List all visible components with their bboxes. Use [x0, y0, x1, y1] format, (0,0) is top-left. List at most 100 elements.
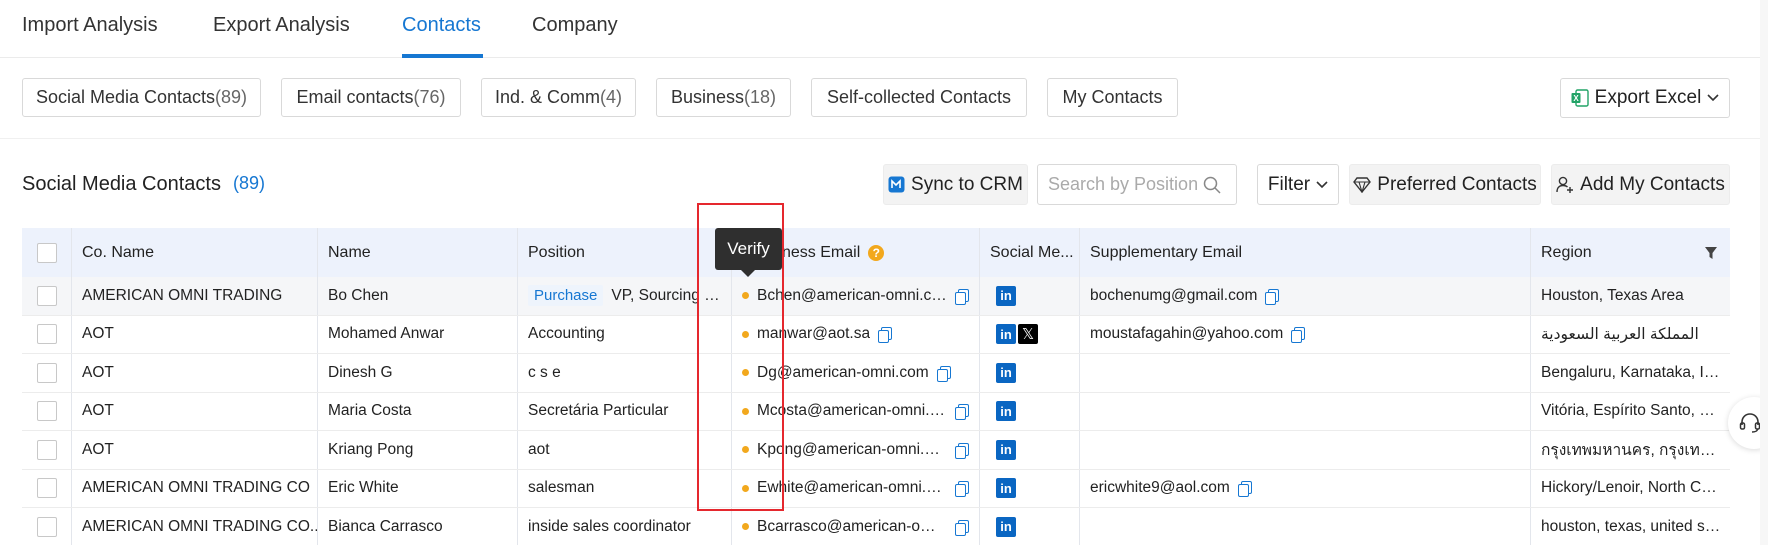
- copy-icon[interactable]: [1265, 288, 1280, 305]
- copy-icon[interactable]: [936, 365, 951, 382]
- email-text[interactable]: Dg@american-omni.com: [757, 364, 929, 382]
- copy-icon[interactable]: [955, 404, 969, 421]
- position-cell: inside sales coordinator: [518, 508, 732, 545]
- table-row[interactable]: AMERICAN OMNI TRADING CO Eric White sale…: [22, 469, 1730, 508]
- table-row[interactable]: AMERICAN OMNI TRADING Bo Chen Purchase V…: [22, 277, 1730, 316]
- svg-text:X: X: [1573, 94, 1579, 103]
- category-self-collected-contacts[interactable]: Self-collected Contacts: [811, 78, 1027, 117]
- scrollbar[interactable]: [1760, 0, 1768, 545]
- row-checkbox[interactable]: [36, 362, 57, 383]
- copy-icon[interactable]: [955, 288, 969, 305]
- filter-funnel-icon[interactable]: [1704, 246, 1718, 260]
- category-business[interactable]: Business(18): [656, 78, 791, 117]
- position-cell: salesman: [518, 469, 732, 507]
- copy-icon[interactable]: [1291, 327, 1306, 344]
- email-text[interactable]: Ewhite@american-omni.com: [757, 479, 947, 497]
- region-text: Houston, Texas Area: [1541, 286, 1684, 304]
- supplementary-email-cell: bochenumg@gmail.com: [1080, 277, 1531, 315]
- linkedin-icon[interactable]: in: [996, 478, 1016, 499]
- row-checkbox[interactable]: [36, 401, 57, 422]
- add-my-contacts-label: Add My Contacts: [1580, 173, 1725, 195]
- company-cell: AOT: [72, 315, 318, 353]
- region-text: Vitória, Espírito Santo, Brazil: [1541, 402, 1721, 420]
- crm-icon: [888, 176, 905, 193]
- header-name[interactable]: Name: [318, 228, 518, 277]
- copy-icon[interactable]: [878, 327, 893, 344]
- linkedin-icon[interactable]: in: [996, 516, 1016, 537]
- email-text[interactable]: manwar@aot.sa: [757, 325, 870, 343]
- filter-button[interactable]: Filter: [1257, 164, 1339, 205]
- position-search-box: [1037, 164, 1237, 205]
- linkedin-icon[interactable]: in: [996, 401, 1016, 422]
- header-region-label: Region: [1541, 243, 1592, 261]
- row-select: [22, 315, 72, 353]
- row-checkbox[interactable]: [36, 324, 57, 345]
- supplementary-email-cell: [1080, 392, 1531, 430]
- position-cell: Secretária Particular: [518, 392, 732, 430]
- row-checkbox[interactable]: [36, 478, 57, 499]
- tab-import-analysis[interactable]: Import Analysis: [22, 14, 158, 37]
- row-select: [22, 354, 72, 392]
- header-position[interactable]: Position: [518, 228, 732, 277]
- copy-icon[interactable]: [955, 442, 969, 459]
- linkedin-icon[interactable]: in: [996, 439, 1016, 460]
- header-region[interactable]: Region: [1531, 228, 1730, 277]
- category-label: My Contacts: [1062, 87, 1163, 107]
- search-icon[interactable]: [1203, 176, 1221, 194]
- category-my-contacts[interactable]: My Contacts: [1047, 78, 1178, 117]
- table-row[interactable]: AOT Mohamed Anwar Accounting manwar@aot.…: [22, 315, 1730, 354]
- row-checkbox[interactable]: [36, 516, 57, 537]
- supplementary-email-cell: moustafagahin@yahoo.com: [1080, 315, 1531, 353]
- copy-icon[interactable]: [955, 519, 969, 536]
- select-all-checkbox[interactable]: [36, 242, 57, 263]
- linkedin-icon[interactable]: in: [996, 324, 1016, 345]
- region-text: Hickory/Lenoir, North Carolina: [1541, 479, 1721, 497]
- preferred-contacts-button[interactable]: Preferred Contacts: [1349, 164, 1541, 205]
- header-social-media[interactable]: Social Me...: [980, 228, 1080, 277]
- header-supplementary-email[interactable]: Supplementary Email: [1080, 228, 1531, 277]
- email-text[interactable]: Mcosta@american-omni.com: [757, 402, 947, 420]
- top-nav: Import Analysis Export Analysis Contacts…: [0, 0, 1760, 58]
- status-dot: [742, 369, 749, 377]
- contacts-table: Co. Name Name Position ness Email ? Soci…: [22, 228, 1730, 545]
- sync-to-crm-button[interactable]: Sync to CRM: [883, 164, 1028, 205]
- region-text: المملكة العربية السعودية: [1541, 325, 1699, 343]
- tab-contacts[interactable]: Contacts: [402, 14, 481, 37]
- copy-icon[interactable]: [955, 481, 969, 498]
- copy-icon[interactable]: [1237, 481, 1252, 498]
- export-excel-button[interactable]: X Export Excel: [1560, 78, 1730, 118]
- category-label: Business: [670, 87, 745, 107]
- email-text[interactable]: Kpong@american-omni.com: [757, 441, 947, 459]
- category-social-media-contacts[interactable]: Social Media Contacts(89): [22, 78, 261, 117]
- row-select: [22, 392, 72, 430]
- table-row[interactable]: AOT Kriang Pong aot Kpong@american-omni.…: [22, 431, 1730, 470]
- x-twitter-icon[interactable]: 𝕏: [1018, 324, 1038, 345]
- name-cell: Bianca Carrasco: [318, 508, 518, 545]
- row-checkbox[interactable]: [36, 439, 57, 460]
- category-ind-comm[interactable]: Ind. & Comm(4): [481, 78, 636, 117]
- position-cell: Accounting: [518, 315, 732, 353]
- filter-label: Filter: [1267, 173, 1311, 195]
- supp-email-text[interactable]: moustafagahin@yahoo.com: [1090, 325, 1283, 343]
- name-cell: Maria Costa: [318, 392, 518, 430]
- email-text[interactable]: Bcarrasco@american-omni.com: [757, 518, 947, 536]
- search-input[interactable]: [1048, 174, 1203, 195]
- row-checkbox[interactable]: [36, 285, 57, 306]
- supp-email-text[interactable]: bochenumg@gmail.com: [1090, 287, 1257, 305]
- help-icon[interactable]: ?: [868, 244, 885, 261]
- linkedin-icon[interactable]: in: [996, 285, 1016, 306]
- table-row[interactable]: AOT Maria Costa Secretária Particular Mc…: [22, 392, 1730, 431]
- add-my-contacts-button[interactable]: Add My Contacts: [1551, 164, 1730, 205]
- table-row[interactable]: AMERICAN OMNI TRADING CO... Bianca Carra…: [22, 508, 1730, 545]
- linkedin-icon[interactable]: in: [996, 362, 1016, 383]
- business-email-cell: Kpong@american-omni.com: [732, 431, 980, 469]
- supplementary-email-cell: [1080, 431, 1531, 469]
- status-dot: [742, 446, 749, 454]
- tab-company[interactable]: Company: [532, 14, 618, 37]
- category-email-contacts[interactable]: Email contacts(76): [281, 78, 461, 117]
- supp-email-text[interactable]: ericwhite9@aol.com: [1090, 479, 1230, 497]
- email-text[interactable]: Bchen@american-omni.com: [757, 287, 947, 305]
- table-row[interactable]: AOT Dinesh G c s e Dg@american-omni.com …: [22, 354, 1730, 393]
- tab-export-analysis[interactable]: Export Analysis: [213, 14, 350, 37]
- header-co-name[interactable]: Co. Name: [72, 228, 318, 277]
